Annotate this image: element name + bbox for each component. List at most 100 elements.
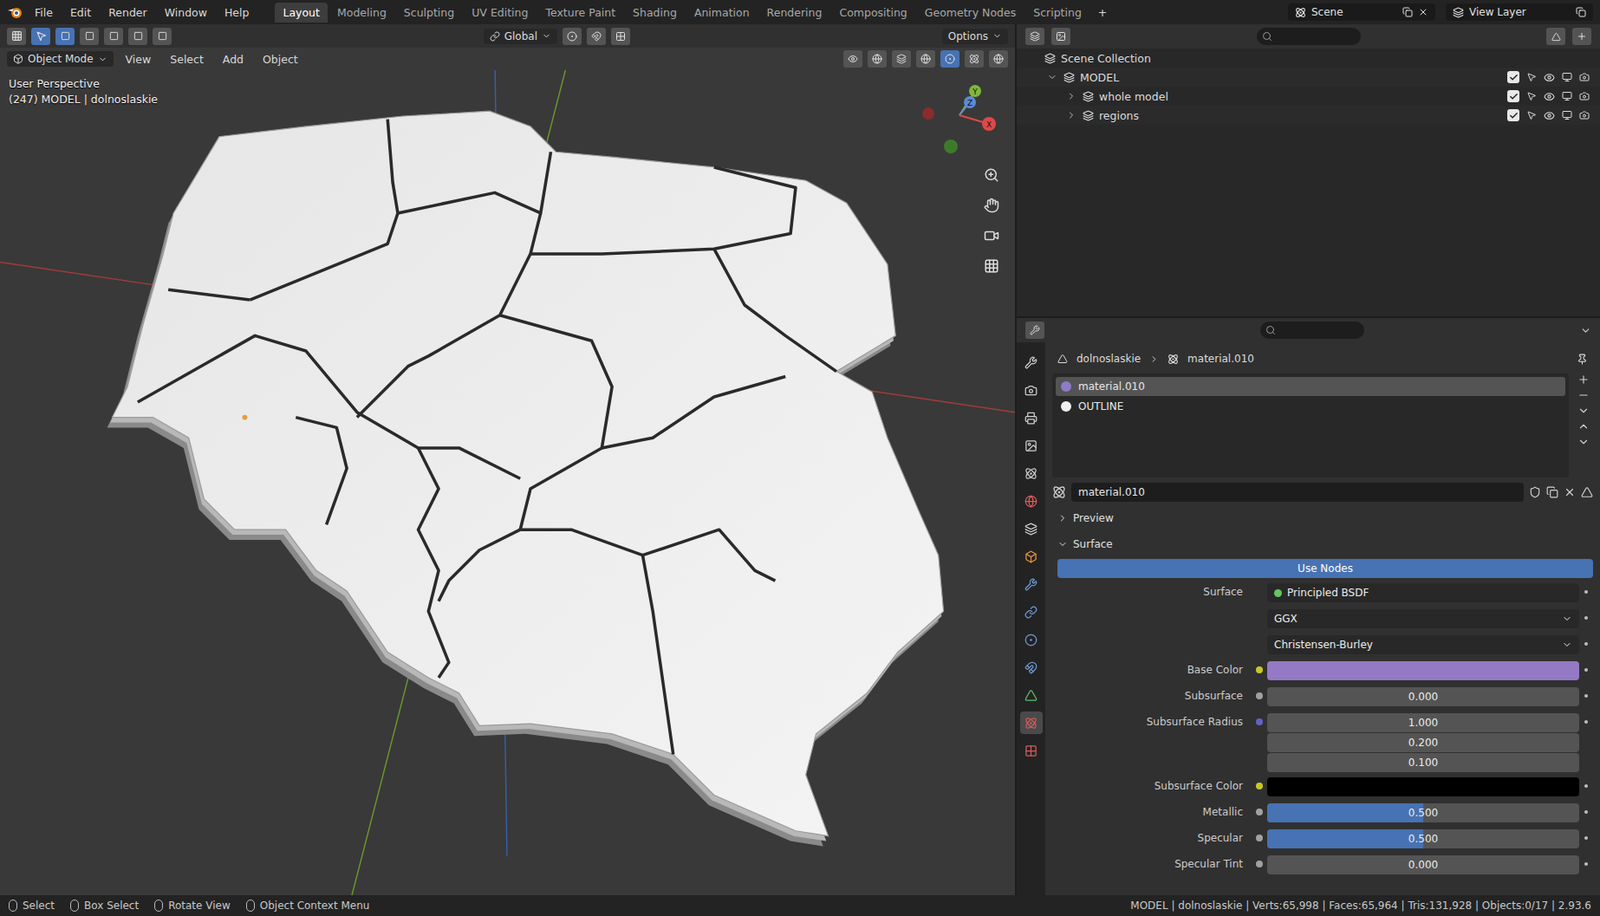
display-mode-icon[interactable] [1051, 27, 1071, 46]
constraints-icon[interactable] [1020, 656, 1043, 679]
number-field[interactable]: 0.000 [1267, 687, 1580, 707]
keyframe-icon[interactable] [1584, 694, 1588, 698]
color-field[interactable] [1267, 661, 1580, 681]
add-slot-icon[interactable] [1577, 373, 1590, 386]
material-icon[interactable] [1020, 711, 1043, 735]
visibility-icon[interactable] [1543, 71, 1555, 84]
menu-item[interactable]: Render [101, 3, 155, 22]
grid-icon[interactable] [980, 254, 1003, 278]
menu-item[interactable]: Help [217, 3, 257, 22]
menu-item[interactable]: Window [157, 3, 215, 22]
view-layer-selector[interactable]: View Layer [1445, 3, 1594, 21]
physics-icon[interactable] [1020, 628, 1043, 651]
scene-icon[interactable] [1020, 461, 1043, 485]
workspace-tab[interactable]: Animation [686, 2, 758, 23]
blender-logo-icon[interactable] [6, 4, 25, 20]
expand-arrow-icon[interactable] [1065, 110, 1078, 121]
filter-icon[interactable] [1546, 27, 1566, 46]
navigation-gizmo-icon[interactable]: YZX [917, 73, 1005, 161]
zoom-icon[interactable] [980, 163, 1003, 187]
modifier-icon[interactable] [1020, 572, 1043, 596]
select-tool-icon[interactable] [31, 27, 51, 46]
editor-type-icon[interactable] [6, 27, 27, 46]
world-icon[interactable] [1020, 489, 1043, 513]
viewport-menu[interactable]: View [118, 50, 159, 69]
pin-icon[interactable] [1576, 353, 1588, 365]
browse-material-icon[interactable] [1052, 485, 1067, 500]
scene-selector[interactable]: Scene [1287, 3, 1436, 21]
keyframe-icon[interactable] [1584, 720, 1588, 724]
select-mode-icon[interactable] [104, 27, 124, 46]
material-slot[interactable]: OUTLINE [1055, 396, 1566, 417]
viewport-menu[interactable]: Object [255, 50, 306, 69]
render-icon[interactable] [1579, 110, 1590, 121]
particles-icon[interactable] [1020, 600, 1043, 624]
copy-icon[interactable] [1402, 6, 1413, 18]
include-checkbox[interactable] [1507, 90, 1520, 103]
workspace-tab[interactable]: Modeling [329, 2, 395, 23]
visibility-icon[interactable] [1543, 110, 1555, 122]
keyframe-icon[interactable] [1584, 590, 1588, 594]
overlay-toggle-icon[interactable] [891, 50, 911, 68]
pivot-icon[interactable] [562, 27, 582, 46]
viewport-icon[interactable] [1561, 91, 1573, 102]
snap-icon[interactable] [586, 27, 606, 46]
workspace-tab[interactable]: Shading [624, 2, 685, 23]
material-name-field[interactable]: material.010 [1071, 482, 1524, 502]
workspace-tab[interactable]: Texture Paint [537, 2, 624, 23]
tool-icon[interactable] [1020, 351, 1043, 374]
outliner-row[interactable]: MODEL [1016, 67, 1600, 87]
select-mode-icon[interactable] [128, 27, 148, 46]
material-shading-icon[interactable] [964, 50, 984, 68]
keyframe-icon[interactable] [1584, 810, 1588, 814]
options-dropdown[interactable]: Options [942, 28, 1009, 45]
outliner-search[interactable] [1256, 27, 1361, 46]
collection-icon[interactable] [1020, 517, 1043, 540]
duplicate-icon[interactable] [1546, 486, 1559, 499]
keyframe-icon[interactable] [1584, 784, 1588, 788]
slider-field[interactable]: 0.500 [1267, 803, 1580, 823]
gizmo-toggle-icon[interactable] [867, 50, 887, 68]
new-collection-icon[interactable] [1572, 27, 1592, 46]
editor-type-icon[interactable] [1025, 27, 1045, 46]
workspace-tab[interactable]: Layout [274, 2, 328, 23]
number-field[interactable]: 1.000 [1267, 713, 1580, 733]
select-mode-icon[interactable] [79, 27, 99, 46]
mode-dropdown[interactable]: Object Mode [6, 51, 114, 67]
selectable-icon[interactable] [1526, 110, 1537, 121]
expand-arrow-icon[interactable] [1065, 91, 1078, 102]
render-icon[interactable] [1020, 378, 1043, 402]
number-field[interactable]: 0.100 [1267, 753, 1580, 773]
color-field[interactable] [1267, 777, 1580, 797]
dropdown-field[interactable]: Christensen-Burley [1267, 635, 1580, 655]
panel-header[interactable]: Surface [1052, 533, 1594, 556]
move-up-icon[interactable] [1577, 420, 1590, 433]
outliner-row[interactable]: Scene Collection [1016, 48, 1600, 68]
fake-user-icon[interactable] [1528, 486, 1542, 499]
number-field[interactable]: 0.200 [1267, 733, 1580, 753]
link-icon[interactable] [1580, 486, 1594, 499]
object-icon[interactable] [1020, 545, 1043, 568]
proportional-icon[interactable] [611, 27, 631, 46]
viewport-menu[interactable]: Select [162, 50, 211, 69]
shader-field[interactable]: Principled BSDF [1267, 583, 1580, 603]
unlink-icon[interactable] [1563, 486, 1576, 499]
move-down-icon[interactable] [1577, 435, 1590, 449]
include-checkbox[interactable] [1507, 109, 1520, 122]
view-layer-icon[interactable] [1020, 434, 1043, 457]
visibility-icon[interactable] [1543, 91, 1555, 103]
output-icon[interactable] [1020, 406, 1043, 430]
outliner-row[interactable]: regions [1016, 105, 1600, 125]
keyframe-icon[interactable] [1584, 836, 1588, 840]
orientation-dropdown[interactable]: Global [483, 28, 558, 45]
outliner-row[interactable]: whole model [1016, 86, 1600, 106]
visibility-icon[interactable] [843, 50, 863, 68]
camera-icon[interactable] [980, 224, 1003, 248]
slider-field[interactable]: 0.500 [1267, 829, 1580, 849]
viewport-menu[interactable]: Add [215, 50, 251, 69]
rendered-shading-icon[interactable] [988, 50, 1009, 68]
wireframe-shading-icon[interactable] [916, 50, 936, 68]
render-icon[interactable] [1579, 71, 1590, 83]
use-nodes-button[interactable]: Use Nodes [1057, 559, 1594, 579]
solid-shading-icon[interactable] [940, 50, 960, 68]
